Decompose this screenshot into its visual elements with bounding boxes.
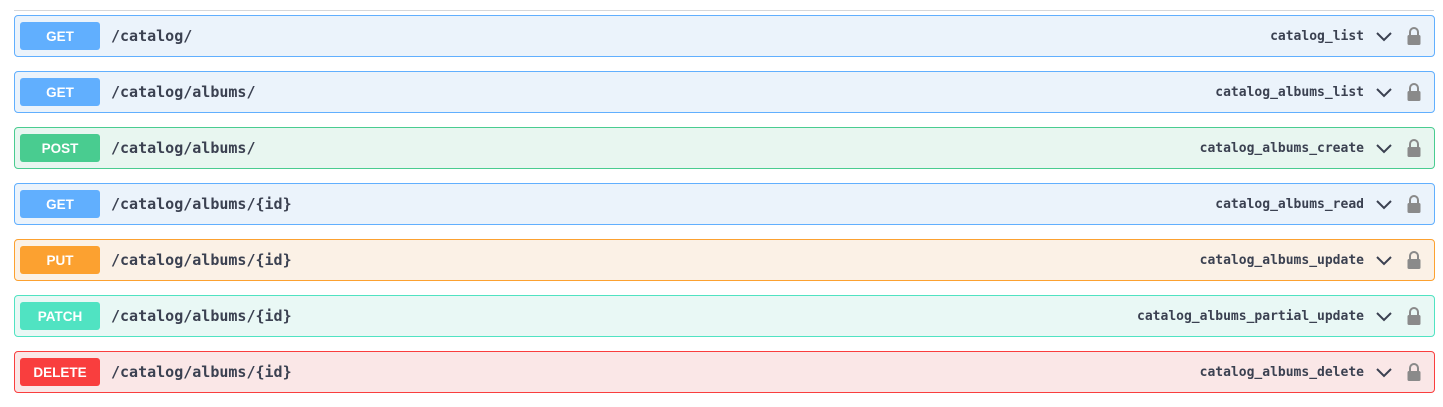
chevron-down-icon[interactable] xyxy=(1374,194,1394,214)
operation-path[interactable]: /catalog/albums/ xyxy=(111,83,1215,101)
lock-icon[interactable] xyxy=(1404,362,1424,382)
method-badge: GET xyxy=(20,78,100,106)
method-badge: GET xyxy=(20,190,100,218)
operation-id: catalog_albums_read xyxy=(1215,196,1364,212)
operation-path[interactable]: /catalog/albums/{id} xyxy=(111,307,1137,325)
operation-path[interactable]: /catalog/ xyxy=(111,27,1270,45)
lock-icon[interactable] xyxy=(1404,250,1424,270)
operation-row[interactable]: PATCH /catalog/albums/{id} catalog_album… xyxy=(14,295,1435,337)
lock-icon[interactable] xyxy=(1404,194,1424,214)
operations-list: GET /catalog/ catalog_list GET /catalog/… xyxy=(14,15,1435,407)
method-badge: PUT xyxy=(20,246,100,274)
operation-row[interactable]: DELETE /catalog/albums/{id} catalog_albu… xyxy=(14,351,1435,393)
operation-row[interactable]: GET /catalog/ catalog_list xyxy=(14,15,1435,57)
method-badge: POST xyxy=(20,134,100,162)
operation-id: catalog_albums_delete xyxy=(1199,364,1364,380)
method-badge: GET xyxy=(20,22,100,50)
operation-id: catalog_albums_create xyxy=(1199,140,1364,156)
operation-id: catalog_albums_update xyxy=(1199,252,1364,268)
operation-row[interactable]: GET /catalog/albums/{id} catalog_albums_… xyxy=(14,183,1435,225)
chevron-down-icon[interactable] xyxy=(1374,26,1394,46)
chevron-down-icon[interactable] xyxy=(1374,138,1394,158)
chevron-down-icon[interactable] xyxy=(1374,250,1394,270)
operation-id: catalog_albums_partial_update xyxy=(1137,308,1364,324)
operation-id: catalog_list xyxy=(1270,28,1364,44)
lock-icon[interactable] xyxy=(1404,82,1424,102)
lock-icon[interactable] xyxy=(1404,306,1424,326)
chevron-down-icon[interactable] xyxy=(1374,82,1394,102)
operation-row[interactable]: GET /catalog/albums/ catalog_albums_list xyxy=(14,71,1435,113)
operation-row[interactable]: PUT /catalog/albums/{id} catalog_albums_… xyxy=(14,239,1435,281)
operation-path[interactable]: /catalog/albums/{id} xyxy=(111,195,1215,213)
operation-path[interactable]: /catalog/albums/ xyxy=(111,139,1200,157)
chevron-down-icon[interactable] xyxy=(1374,306,1394,326)
section-divider xyxy=(14,10,1434,11)
operation-row[interactable]: POST /catalog/albums/ catalog_albums_cre… xyxy=(14,127,1435,169)
lock-icon[interactable] xyxy=(1404,138,1424,158)
method-badge: DELETE xyxy=(20,358,100,386)
lock-icon[interactable] xyxy=(1404,26,1424,46)
chevron-down-icon[interactable] xyxy=(1374,362,1394,382)
method-badge: PATCH xyxy=(20,302,100,330)
operation-id: catalog_albums_list xyxy=(1215,84,1364,100)
operation-path[interactable]: /catalog/albums/{id} xyxy=(111,251,1200,269)
operation-path[interactable]: /catalog/albums/{id} xyxy=(111,363,1200,381)
